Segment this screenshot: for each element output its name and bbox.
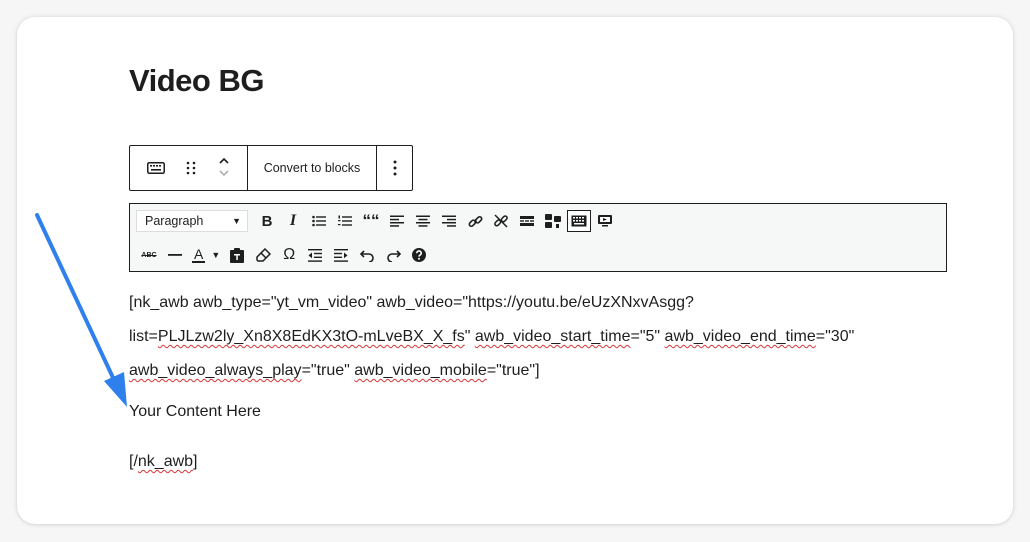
editor-content[interactable]: [nk_awb awb_type="yt_vm_video" awb_video…: [129, 286, 959, 470]
keyboard-shortcuts-icon[interactable]: [567, 210, 591, 232]
numbered-list-icon[interactable]: [332, 209, 358, 233]
read-more-icon[interactable]: [514, 209, 540, 233]
drag-handle-icon[interactable]: [186, 161, 196, 175]
toolbar-row-2: ABC A ▼ Ω: [136, 243, 432, 267]
classic-editor-toolbar: Paragraph ▼ B I ““ ABC A ▼ Ω: [129, 203, 947, 272]
embed-icon[interactable]: [592, 209, 618, 233]
shortcode-text: [nk_awb awb_type="yt_vm_video" awb_video…: [129, 294, 855, 379]
block-movers: [218, 156, 230, 180]
clear-formatting-icon[interactable]: [250, 243, 276, 267]
move-down-icon[interactable]: [218, 168, 230, 180]
move-up-icon[interactable]: [218, 156, 230, 168]
unlink-icon[interactable]: [488, 209, 514, 233]
your-content-text: Your Content Here: [129, 403, 261, 420]
keyboard-icon[interactable]: [146, 162, 165, 174]
blockquote-icon[interactable]: ““: [358, 209, 384, 233]
convert-to-blocks-button[interactable]: Convert to blocks: [248, 146, 377, 190]
horizontal-line-icon[interactable]: [162, 243, 188, 267]
chevron-down-icon: ▼: [232, 216, 241, 226]
toolbar-row-1: Paragraph ▼ B I ““: [136, 209, 618, 233]
more-options-icon: [393, 160, 397, 176]
format-select-value: Paragraph: [145, 214, 204, 228]
align-left-icon[interactable]: [384, 209, 410, 233]
text-color-icon[interactable]: A ▼: [188, 243, 224, 267]
redo-icon[interactable]: [380, 243, 406, 267]
closing-shortcode-text: [/nk_awb]: [129, 453, 198, 470]
block-toolbar: Convert to blocks: [129, 145, 413, 191]
indent-icon[interactable]: [328, 243, 354, 267]
align-right-icon[interactable]: [436, 209, 462, 233]
undo-icon[interactable]: [354, 243, 380, 267]
help-icon[interactable]: [406, 243, 432, 267]
more-options-button[interactable]: [377, 146, 412, 190]
special-character-icon[interactable]: Ω: [276, 243, 302, 267]
paste-as-text-icon[interactable]: [224, 243, 250, 267]
toolbar-toggle-icon[interactable]: [540, 209, 566, 233]
bold-icon[interactable]: B: [254, 209, 280, 233]
italic-icon[interactable]: I: [280, 209, 306, 233]
link-icon[interactable]: [462, 209, 488, 233]
align-center-icon[interactable]: [410, 209, 436, 233]
bullet-list-icon[interactable]: [306, 209, 332, 233]
page-title[interactable]: Video BG: [129, 63, 264, 99]
paragraph-format-select[interactable]: Paragraph ▼: [136, 210, 248, 232]
strikethrough-icon[interactable]: ABC: [136, 243, 162, 267]
outdent-icon[interactable]: [302, 243, 328, 267]
block-tools-group: [130, 146, 248, 190]
